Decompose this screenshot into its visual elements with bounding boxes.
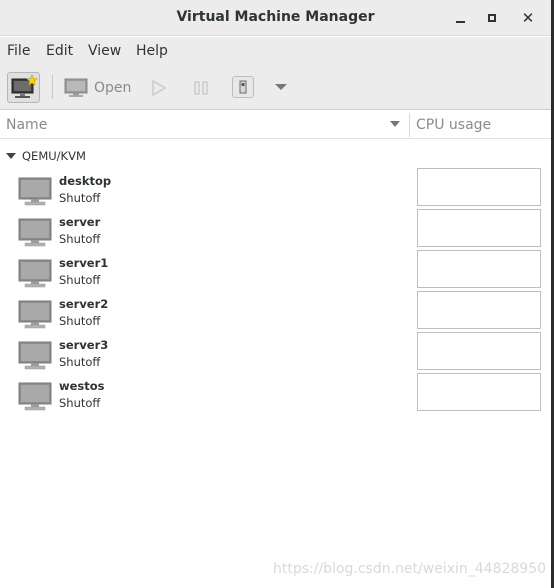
vm-monitor-icon	[18, 218, 52, 247]
vm-name: server1	[59, 256, 109, 270]
sort-arrow-icon[interactable]	[390, 121, 400, 127]
toolbar: Open	[0, 65, 551, 110]
vm-name: server2	[59, 297, 109, 311]
connection-label: QEMU/KVM	[22, 149, 86, 163]
pause-button[interactable]	[193, 80, 209, 100]
title-bar: Virtual Machine Manager ✕	[0, 0, 551, 36]
expander-arrow-icon[interactable]	[6, 153, 16, 159]
shutdown-icon	[239, 80, 247, 94]
run-button[interactable]	[151, 79, 167, 100]
shutdown-menu-arrow[interactable]	[275, 84, 287, 90]
open-button[interactable]: Open	[64, 74, 131, 102]
menu-edit[interactable]: Edit	[46, 43, 73, 59]
column-header: Name CPU usage	[0, 111, 551, 139]
vm-status: Shutoff	[59, 314, 101, 328]
cpu-usage-graph	[417, 168, 541, 206]
monitor-icon	[64, 78, 88, 97]
menu-file[interactable]: File	[7, 43, 30, 59]
vm-row[interactable]: westos Shutoff	[0, 373, 551, 420]
maximize-button[interactable]	[482, 8, 502, 28]
new-vm-button[interactable]	[7, 72, 40, 103]
vm-monitor-icon	[18, 341, 52, 370]
new-vm-icon	[11, 74, 38, 98]
watermark: https://blog.csdn.net/weixin_44828950	[273, 561, 547, 577]
vm-status: Shutoff	[59, 355, 101, 369]
play-icon	[152, 79, 167, 97]
vm-status: Shutoff	[59, 273, 101, 287]
connection-row[interactable]: QEMU/KVM	[6, 148, 86, 164]
vm-monitor-icon	[18, 177, 52, 206]
vm-name: westos	[59, 379, 105, 393]
vm-status: Shutoff	[59, 232, 101, 246]
column-cpu-header[interactable]: CPU usage	[416, 117, 491, 133]
menu-bar: File Edit View Help	[0, 37, 551, 65]
menu-help[interactable]: Help	[136, 43, 168, 59]
close-button[interactable]: ✕	[518, 8, 538, 28]
column-name-header[interactable]: Name	[6, 117, 47, 133]
cpu-usage-graph	[417, 209, 541, 247]
cpu-usage-graph	[417, 291, 541, 329]
vm-name: server	[59, 215, 101, 229]
vm-status: Shutoff	[59, 191, 101, 205]
open-button-label: Open	[94, 80, 132, 96]
cpu-usage-graph	[417, 250, 541, 288]
vm-monitor-icon	[18, 259, 52, 288]
vm-name: server3	[59, 338, 109, 352]
cpu-usage-graph	[417, 332, 541, 370]
column-divider	[409, 113, 410, 137]
minimize-icon	[455, 21, 465, 23]
vmm-window: Virtual Machine Manager ✕ File Edit View…	[0, 0, 551, 588]
toolbar-separator	[52, 75, 53, 99]
maximize-icon	[488, 14, 496, 22]
vm-monitor-icon	[18, 300, 52, 329]
shutdown-button[interactable]	[232, 76, 254, 98]
cpu-usage-graph	[417, 373, 541, 411]
close-icon: ✕	[521, 9, 535, 27]
vm-name: desktop	[59, 174, 112, 188]
pause-icon	[194, 81, 208, 95]
vm-monitor-icon	[18, 382, 52, 411]
menu-view[interactable]: View	[88, 43, 121, 59]
minimize-button[interactable]	[450, 8, 470, 28]
vm-status: Shutoff	[59, 396, 101, 410]
